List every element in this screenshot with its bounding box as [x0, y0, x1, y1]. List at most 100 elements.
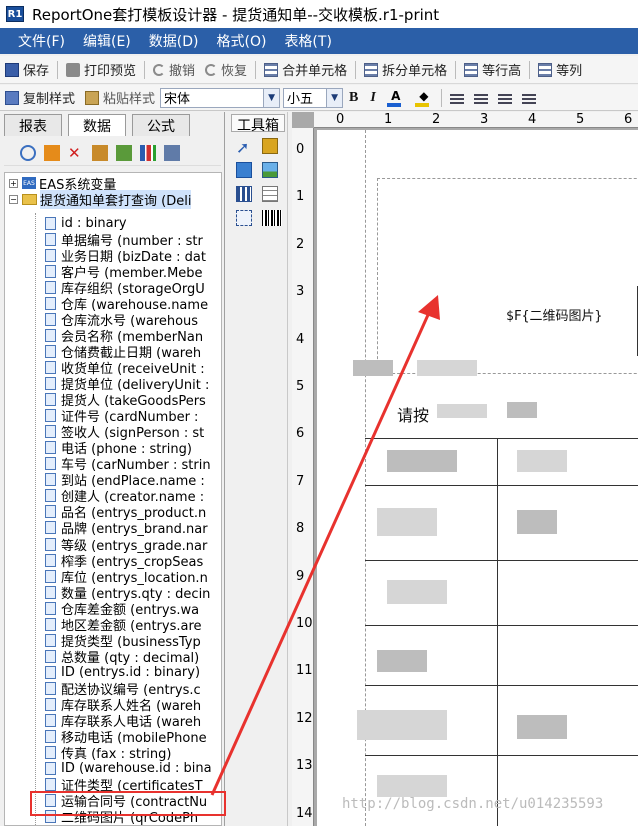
ruler-tick-label: 6	[296, 426, 305, 442]
field-icon	[45, 296, 56, 310]
barcode-tool-icon[interactable]	[262, 210, 282, 226]
toolbar-separator	[529, 60, 531, 79]
align-justify-icon[interactable]	[521, 91, 536, 104]
ruler-tick-label: 1	[384, 112, 393, 127]
equal-col-width-button[interactable]: 等列	[533, 60, 587, 79]
menu-format[interactable]: 格式(O)	[208, 31, 274, 51]
menu-table[interactable]: 表格(T)	[276, 31, 339, 51]
align-center-icon[interactable]	[473, 91, 488, 104]
designer-window: R1 ReportOne套打模板设计器 - 提货通知单--交收模板.r1-pri…	[0, 0, 638, 826]
qr-code-cell[interactable]: $F{二维码图片}	[377, 178, 638, 374]
expand-icon[interactable]: +	[9, 178, 18, 188]
tree-field-label: ID (warehouse.id : bina	[61, 761, 212, 777]
field-icon	[45, 328, 56, 342]
text-tool-icon[interactable]	[262, 138, 278, 154]
ruler-tick-label: 5	[296, 379, 305, 394]
search-icon[interactable]	[20, 144, 36, 161]
fill-color-button[interactable]: ◆	[414, 89, 434, 107]
tree-field-label: ID (entrys.id : binary)	[61, 664, 201, 680]
panel-tabs: 报表 数据 公式	[4, 114, 196, 136]
redo-button[interactable]: 恢复	[200, 60, 252, 79]
bold-button[interactable]: B	[343, 90, 364, 106]
tab-data[interactable]: 数据	[68, 114, 126, 136]
obscured-content	[377, 650, 427, 672]
ruler-tick-label: 0	[296, 142, 305, 157]
table-line	[365, 625, 638, 626]
font-color-swatch	[386, 102, 401, 107]
menu-file[interactable]: 文件(F)	[10, 31, 73, 51]
copy-style-button[interactable]: 复制样式	[0, 88, 80, 107]
field-icon	[45, 746, 56, 760]
tree-field-item[interactable]: 传真 (fax : string)	[45, 745, 171, 762]
tree-node-query[interactable]: − 提货通知单套打查询 (Deli	[9, 189, 192, 209]
print-preview-button[interactable]: 打印预览	[61, 60, 141, 79]
split-cells-button[interactable]: 拆分单元格	[359, 60, 452, 79]
obscured-content	[517, 715, 567, 739]
redo-icon	[205, 63, 218, 76]
field-icon	[45, 778, 56, 792]
table-tool-icon[interactable]	[236, 186, 252, 202]
add-field-icon[interactable]	[44, 144, 60, 161]
field-icon	[45, 714, 56, 728]
field-icon	[45, 393, 56, 407]
obscured-content	[387, 450, 457, 472]
align-left-icon[interactable]	[449, 91, 464, 104]
tree-field-item[interactable]: 总数量 (qty : decimal)	[45, 648, 199, 666]
field-icon	[45, 409, 56, 423]
design-canvas[interactable]: 0123456 0 1 2 3 4 5 6 7 8 9 10 11 12 13 14 $F{二维码图片} 请…	[292, 112, 638, 826]
tab-report[interactable]: 报表	[4, 114, 62, 136]
properties-icon[interactable]	[164, 144, 180, 161]
grid-tool-icon[interactable]	[262, 186, 278, 202]
field-tool-icon[interactable]	[236, 162, 252, 178]
field-icon	[45, 585, 56, 599]
field-icon	[45, 489, 56, 503]
equal-row-height-button[interactable]: 等行高	[459, 60, 526, 79]
toolbar-separator	[144, 60, 146, 79]
merge-cells-button[interactable]: 合并单元格	[259, 60, 352, 79]
frame-tool-icon[interactable]	[236, 210, 252, 226]
align-right-icon[interactable]	[497, 91, 512, 104]
menu-data[interactable]: 数据(D)	[141, 31, 207, 51]
report-page[interactable]: $F{二维码图片} 请按	[317, 130, 638, 826]
chevron-down-icon[interactable]: ▼	[326, 88, 343, 107]
tree-field-label: id : binary	[61, 215, 127, 231]
toolbar-separator	[455, 60, 457, 79]
ruler-tick-label: 2	[296, 236, 305, 252]
toolbar-separator	[255, 60, 257, 79]
tab-formula[interactable]: 公式	[132, 114, 190, 136]
table-line	[497, 438, 498, 826]
fill-color-swatch	[414, 102, 429, 107]
ruler-tick-label: 3	[296, 284, 305, 300]
font-color-button[interactable]: A	[386, 89, 406, 107]
ruler-tick-label: 1	[296, 189, 305, 205]
obscured-content	[517, 510, 557, 534]
save-button[interactable]: 保存	[0, 60, 54, 79]
delete-icon[interactable]: ✕	[68, 145, 84, 161]
ruler-tick-label: 2	[432, 112, 441, 127]
font-name-select[interactable]: 宋体 ▼	[160, 87, 281, 108]
toolbar-separator	[57, 60, 59, 79]
field-icon	[45, 762, 56, 776]
field-icon	[45, 232, 56, 246]
refresh-icon[interactable]	[116, 144, 132, 161]
chevron-down-icon[interactable]: ▼	[263, 88, 280, 107]
bar-chart-icon[interactable]	[140, 144, 156, 161]
save-icon	[5, 62, 19, 77]
horizontal-ruler: 0 1 2 3 4 5 6	[314, 112, 638, 128]
pointer-tool-icon[interactable]: ➚	[236, 138, 252, 157]
italic-button[interactable]: I	[364, 90, 381, 106]
image-tool-icon[interactable]	[262, 162, 278, 178]
table-line	[365, 485, 638, 486]
obscured-content	[357, 710, 447, 740]
ruler-tick-label: 8	[296, 521, 305, 537]
collapse-icon[interactable]: −	[9, 194, 18, 204]
edit-icon[interactable]	[92, 144, 108, 161]
field-icon	[45, 425, 56, 439]
menu-edit[interactable]: 编辑(E)	[75, 31, 139, 51]
field-icon	[45, 441, 56, 455]
table-line	[365, 685, 638, 686]
field-icon	[45, 633, 56, 647]
undo-button[interactable]: 撤销	[148, 60, 200, 79]
font-size-select[interactable]: 小五 ▼	[283, 87, 344, 108]
paste-style-button[interactable]: 粘贴样式	[80, 88, 160, 107]
